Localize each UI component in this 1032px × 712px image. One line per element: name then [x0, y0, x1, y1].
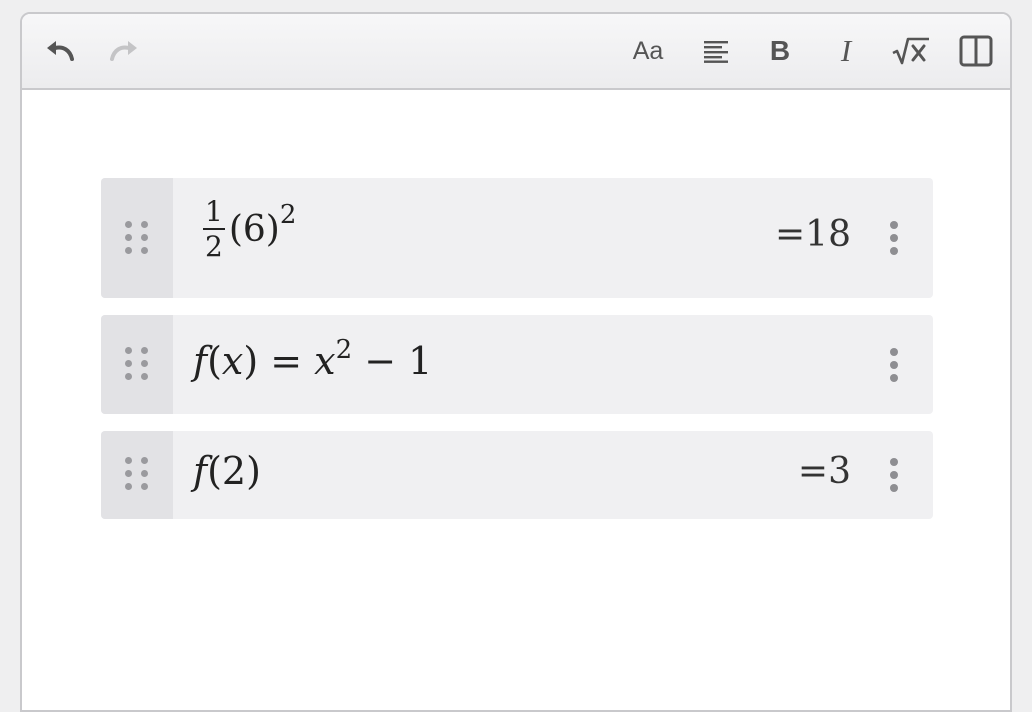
math-button[interactable]: [888, 31, 934, 71]
drag-handle[interactable]: [101, 178, 173, 298]
more-options-icon[interactable]: [889, 458, 899, 492]
grip-icon: [125, 221, 151, 255]
undo-icon: [47, 41, 74, 61]
expression-row[interactable]: f(2) =3: [101, 431, 933, 519]
expression-row[interactable]: f(x) = x2 − 1: [101, 315, 933, 414]
equals-sign: =: [258, 339, 315, 383]
expression-row[interactable]: 1 2 (6)2 =18: [101, 178, 933, 298]
toolbar: Aa B I: [22, 14, 1010, 90]
undo-button[interactable]: [40, 31, 80, 71]
italic-label: I: [840, 33, 852, 68]
base: x: [314, 339, 336, 383]
exponent: 2: [335, 335, 353, 365]
drag-handle[interactable]: [101, 315, 173, 414]
align-button[interactable]: [696, 31, 736, 71]
open-paren: (: [207, 449, 222, 493]
drag-handle[interactable]: [101, 431, 173, 519]
more-options-icon[interactable]: [889, 221, 899, 255]
result-value: =3: [797, 451, 851, 492]
more-options-icon[interactable]: [889, 348, 899, 382]
expression-tail: − 1: [352, 339, 433, 383]
align-left-icon: [704, 41, 728, 63]
bold-button[interactable]: B: [760, 31, 800, 71]
bold-label: B: [769, 35, 791, 66]
result-value: =18: [775, 214, 851, 255]
argument: x: [221, 339, 244, 383]
redo-icon: [110, 41, 137, 61]
font-size-label: Aa: [632, 36, 664, 65]
expression-input[interactable]: f(x) = x2 − 1: [193, 335, 433, 383]
font-size-button[interactable]: Aa: [626, 31, 670, 71]
fraction-denominator: 2: [205, 230, 223, 263]
function-name: f: [193, 449, 208, 493]
redo-button[interactable]: [104, 31, 144, 71]
sqrt-x-icon: [892, 37, 929, 65]
fraction-numerator: 1: [203, 195, 225, 230]
expression-input[interactable]: 1 2 (6)2: [203, 198, 296, 261]
open-paren: (: [207, 339, 222, 383]
close-paren: ): [243, 339, 259, 383]
split-view-button[interactable]: [956, 31, 996, 71]
close-paren: ): [246, 449, 261, 493]
fraction: 1 2: [203, 198, 225, 261]
argument: 2: [221, 449, 247, 493]
exponent: 2: [279, 200, 297, 230]
grip-icon: [125, 347, 151, 381]
grip-icon: [125, 457, 151, 491]
expression-body: (6): [228, 209, 280, 250]
italic-button[interactable]: I: [826, 31, 866, 71]
split-view-icon: [959, 35, 993, 67]
function-name: f: [193, 339, 208, 383]
expression-input[interactable]: f(2): [193, 449, 261, 493]
